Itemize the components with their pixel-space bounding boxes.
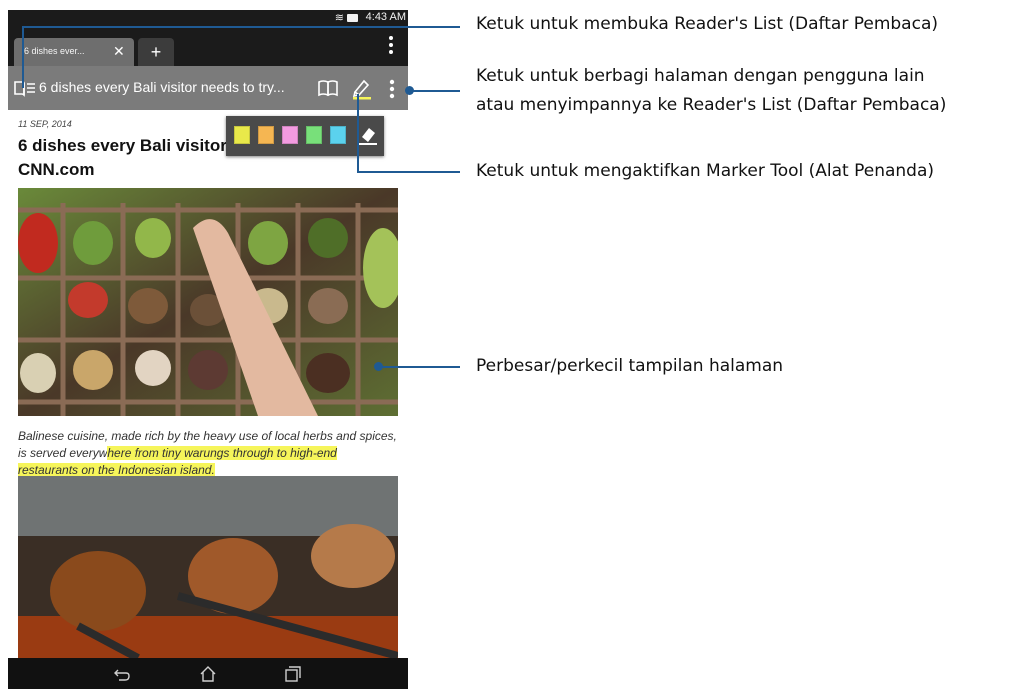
callout-line-reader-list bbox=[22, 26, 460, 28]
marker-color-orange[interactable] bbox=[258, 126, 274, 144]
status-bar: ≋ 4:43 AM bbox=[8, 10, 408, 26]
wifi-icon: ≋ bbox=[334, 12, 344, 24]
browser-toolbar: 6 dishes every Bali visitor needs to try… bbox=[8, 66, 408, 110]
new-tab-button[interactable]: + bbox=[138, 38, 174, 66]
tab-menu-icon[interactable] bbox=[388, 36, 394, 57]
article-date: 11 SEP, 2014 bbox=[18, 119, 72, 129]
recents-icon[interactable] bbox=[283, 664, 303, 684]
open-book-icon[interactable] bbox=[318, 78, 338, 98]
marker-color-cyan[interactable] bbox=[330, 126, 346, 144]
eraser-icon[interactable] bbox=[358, 124, 378, 146]
marker-color-green[interactable] bbox=[306, 126, 322, 144]
callout-share-line2: atau menyimpannya ke Reader's List (Daft… bbox=[476, 95, 947, 115]
tab-strip: 6 dishes ever... ✕ + bbox=[8, 26, 408, 66]
callout-share-line1: Ketuk untuk berbagi halaman dengan pengg… bbox=[476, 66, 925, 86]
callout-marker: Ketuk untuk mengaktifkan Marker Tool (Al… bbox=[476, 161, 935, 181]
status-time: 4:43 AM bbox=[365, 11, 406, 23]
callout-reader-list: Ketuk untuk membuka Reader's List (Dafta… bbox=[476, 14, 938, 34]
roast-pig-photo bbox=[18, 476, 398, 658]
callout-zoom: Perbesar/perkecil tampilan halaman bbox=[476, 356, 784, 376]
callout-line-marker bbox=[357, 171, 460, 173]
spice-tray-photo bbox=[18, 188, 398, 416]
photo-caption: Balinese cuisine, made rich by the heavy… bbox=[18, 428, 398, 479]
battery-icon bbox=[347, 14, 358, 22]
marker-color-palette bbox=[226, 116, 384, 156]
android-nav-bar bbox=[8, 658, 408, 689]
callout-line-reader-list bbox=[22, 26, 24, 88]
marker-pen-icon[interactable] bbox=[351, 76, 373, 100]
web-page-content[interactable]: 11 SEP, 2014 6 dishes every Bali visitor… bbox=[8, 110, 408, 658]
close-tab-icon[interactable]: ✕ bbox=[113, 43, 125, 60]
tablet-screen: ≋ 4:43 AM 6 dishes ever... ✕ + 6 dishes … bbox=[8, 10, 408, 689]
tab-title: 6 dishes ever... bbox=[24, 46, 85, 56]
marker-color-pink[interactable] bbox=[282, 126, 298, 144]
callout-line-zoom bbox=[378, 366, 460, 368]
back-icon[interactable] bbox=[112, 664, 132, 684]
marker-color-yellow[interactable] bbox=[234, 126, 250, 144]
browser-tab[interactable]: 6 dishes ever... ✕ bbox=[14, 38, 134, 66]
page-title[interactable]: 6 dishes every Bali visitor needs to try… bbox=[39, 79, 285, 95]
kebab-menu-icon[interactable] bbox=[388, 79, 396, 101]
callout-line-marker bbox=[357, 94, 359, 172]
callout-line-share bbox=[409, 90, 460, 92]
book-list-icon[interactable] bbox=[14, 78, 36, 98]
home-icon[interactable] bbox=[198, 664, 218, 684]
